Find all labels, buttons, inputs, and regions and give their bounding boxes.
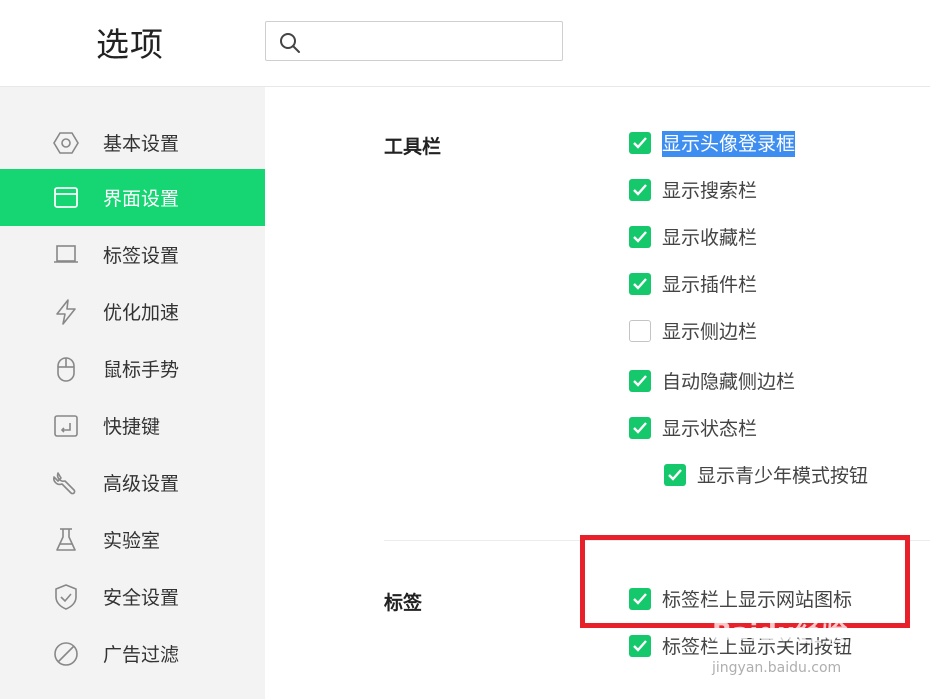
- block-icon: [54, 642, 78, 666]
- sidebar-item-label: 快捷键: [103, 416, 161, 438]
- check-icon: [633, 231, 647, 243]
- watermark-url: jingyan.baidu.com: [712, 660, 842, 676]
- window-icon: [54, 187, 78, 208]
- watermark-text: Baidu经验: [712, 618, 848, 648]
- lightning-icon: [56, 299, 76, 325]
- sidebar-item-tabs[interactable]: 标签设置: [0, 226, 265, 283]
- sidebar-item-label: 实验室: [103, 530, 161, 552]
- check-icon: [633, 278, 647, 290]
- sidebar-item-label: 界面设置: [103, 188, 180, 210]
- sidebar-item-optimize[interactable]: 优化加速: [0, 283, 265, 340]
- shortcut-key-icon: [54, 415, 78, 437]
- option-label: 显示状态栏: [662, 418, 758, 440]
- sidebar-item-label: 优化加速: [103, 302, 180, 324]
- option-label: 显示收藏栏: [662, 227, 758, 249]
- check-icon: [633, 137, 647, 149]
- sidebar-item-label: 高级设置: [103, 473, 180, 495]
- option-label: 显示插件栏: [662, 274, 758, 296]
- sidebar-item-basic[interactable]: 基本设置: [0, 114, 265, 171]
- check-icon: [633, 640, 647, 652]
- checkbox[interactable]: [629, 417, 651, 439]
- check-icon: [633, 375, 647, 387]
- sidebar-item-interface[interactable]: 界面设置: [0, 169, 265, 226]
- section-title-toolbar: 工具栏: [384, 136, 442, 158]
- sidebar: 基本设置 界面设置 标签设置 优化加速 鼠标手势 快捷键 高级设置 实验室 安全…: [0, 87, 265, 699]
- checkbox[interactable]: [629, 132, 651, 154]
- sidebar-item-label: 鼠标手势: [103, 359, 180, 381]
- shield-icon: [55, 584, 77, 610]
- sidebar-item-shortcuts[interactable]: 快捷键: [0, 397, 265, 454]
- option-label: 显示侧边栏: [662, 321, 758, 343]
- checkbox[interactable]: [664, 464, 686, 486]
- hexagon-icon: [53, 132, 79, 154]
- tab-icon: [54, 245, 78, 263]
- page-title: 选项: [96, 25, 164, 64]
- check-icon: [668, 469, 682, 481]
- checkbox[interactable]: [629, 226, 651, 248]
- check-icon: [633, 422, 647, 434]
- search-input[interactable]: [310, 28, 554, 56]
- mouse-icon: [57, 357, 75, 382]
- checkbox[interactable]: [629, 273, 651, 295]
- sidebar-item-label: 安全设置: [103, 587, 180, 609]
- flask-icon: [56, 528, 76, 551]
- checkbox[interactable]: [629, 179, 651, 201]
- section-title-tabs: 标签: [384, 592, 423, 614]
- sidebar-item-label: 基本设置: [103, 133, 180, 155]
- sidebar-item-advanced[interactable]: 高级设置: [0, 454, 265, 511]
- header: 选项: [0, 0, 930, 87]
- search-box[interactable]: [265, 21, 563, 61]
- checkbox[interactable]: [629, 320, 651, 342]
- sidebar-item-label: 广告过滤: [103, 644, 180, 666]
- checkbox[interactable]: [629, 635, 651, 657]
- sidebar-item-security[interactable]: 安全设置: [0, 568, 265, 625]
- checkbox[interactable]: [629, 370, 651, 392]
- sidebar-item-lab[interactable]: 实验室: [0, 511, 265, 568]
- option-label: 显示头像登录框: [662, 131, 796, 157]
- option-label: 自动隐藏侧边栏: [662, 371, 796, 393]
- sidebar-item-label: 标签设置: [103, 245, 180, 267]
- sidebar-item-adblock[interactable]: 广告过滤: [0, 625, 265, 682]
- option-label: 显示搜索栏: [662, 180, 758, 202]
- check-icon: [633, 184, 647, 196]
- search-icon: [280, 33, 300, 53]
- sidebar-item-mouse-gesture[interactable]: 鼠标手势: [0, 340, 265, 397]
- watermark: Baidu经验 jingyan.baidu.com: [712, 612, 882, 682]
- wrench-icon: [53, 472, 76, 495]
- option-label: 显示青少年模式按钮: [697, 465, 869, 487]
